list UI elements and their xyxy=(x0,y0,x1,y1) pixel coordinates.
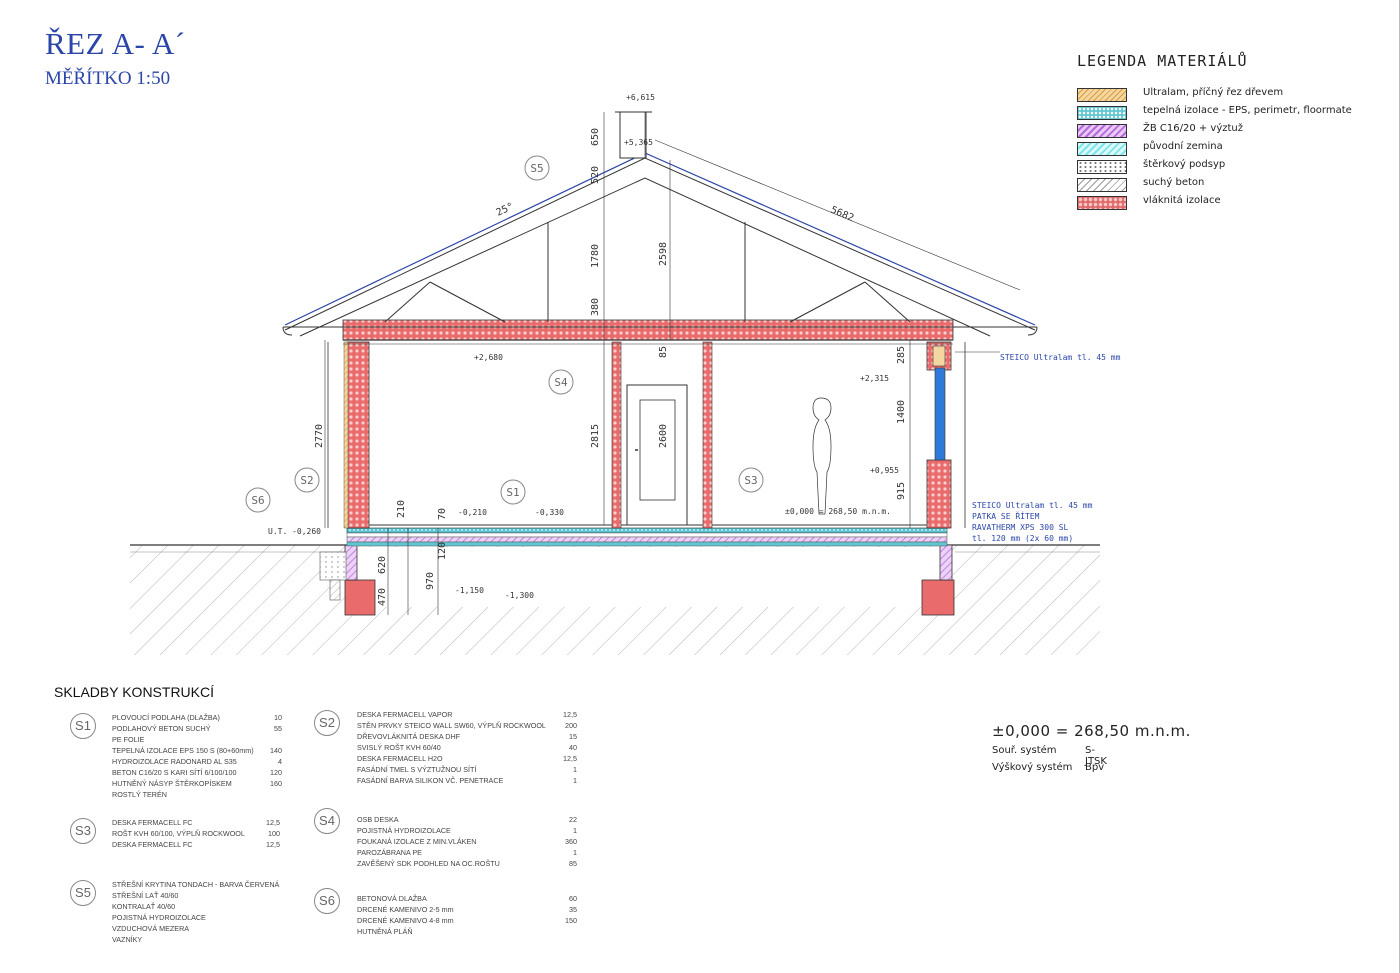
note-ravatherm-thickness: tl. 120 mm (2x 60 mm) xyxy=(972,534,1073,543)
drawing-sheet: ŘEZ A- A´ MĚŘÍTKO 1:50 LEGENDA MATERIÁLŮ… xyxy=(0,0,1400,973)
composition-item: DESKA FERMACELL VAPOR 12,5 xyxy=(357,710,577,719)
dim-210: 210 xyxy=(396,500,407,518)
composition-item: BETONOVÁ DLAŽBA 60 xyxy=(357,894,577,903)
marker-s5: S5 xyxy=(530,162,543,175)
composition-item: HYDROIZOLACE RADONARD AL S35 4 xyxy=(112,757,282,766)
note-steico-top: STEICO Ultralam tl. 45 mm xyxy=(1000,353,1121,362)
composition-item: ZAVĚŠENÝ SDK PODHLED NA OC.ROŠTU 85 xyxy=(357,859,577,868)
height-system-label: Výškový systém xyxy=(992,762,1073,773)
composition-item: FASÁDNÍ BARVA SILIKON VČ. PENETRACE 1 xyxy=(357,776,577,785)
dim-85: 85 xyxy=(658,346,669,358)
composition-item: PAROZÁBRANA PE 1 xyxy=(357,848,577,857)
dim-380: 380 xyxy=(590,298,601,316)
composition-item: DESKA FERMACELL FC 12,5 xyxy=(112,818,280,827)
level-ceiling: +2,680 xyxy=(474,353,503,362)
dim-620: 620 xyxy=(377,556,388,574)
ceiling-insulation xyxy=(342,319,954,345)
composition-item: TEPELNÁ IZOLACE EPS 150 S (80+60mm) 140 xyxy=(112,746,282,755)
composition-item: KONTRALAŤ 40/60 xyxy=(112,902,176,911)
level-floor: ±0,000 = 268,50 m.n.m. xyxy=(785,507,891,516)
height-system-value: Bpv xyxy=(1085,762,1105,773)
composition-item: DRCENÉ KAMENIVO 2-5 mm 35 xyxy=(357,905,577,914)
composition-item: FASÁDNÍ TMEL S VÝZTUŽNOU SÍTÍ 1 xyxy=(357,765,577,774)
composition-marker: S5 xyxy=(70,880,96,906)
dim-1400: 1400 xyxy=(896,400,907,424)
dim-470: 470 xyxy=(377,588,388,606)
interior xyxy=(327,342,966,528)
composition-items: BETONOVÁ DLAŽBA 60 DRCENÉ KAMENIVO 2-5 mm… xyxy=(357,894,577,938)
dim-1780: 1780 xyxy=(590,244,601,268)
composition-item: DŘEVOVLÁKNITÁ DESKA DHF 15 xyxy=(357,732,577,741)
dim-5682: 5682 xyxy=(829,205,855,225)
terrain xyxy=(130,544,1100,655)
composition-item: DESKA FERMACELL H2O 12,5 xyxy=(357,754,577,763)
composition-marker: S1 xyxy=(70,713,96,739)
height-system: Výškový systém Bpv xyxy=(992,762,1104,773)
dim-70: 70 xyxy=(437,508,448,520)
level-found2: -1,300 xyxy=(505,591,534,600)
composition-marker: S6 xyxy=(314,888,340,914)
composition-item: DRCENÉ KAMENIVO 4-8 mm 150 xyxy=(357,916,577,925)
coordinate-system: Souř. systém S-JTSK xyxy=(992,745,1107,767)
level-window-top: +2,315 xyxy=(860,374,889,383)
composition-items: DESKA FERMACELL VAPOR 12,5 STĚN PRVKY STE… xyxy=(357,710,577,787)
composition-item: HUTNĚNÁ PLÁŇ xyxy=(357,927,413,936)
level-terrain: U.T. -0,260 xyxy=(268,527,321,536)
composition-item: STŘEŠNÍ LAŤ 40/60 xyxy=(112,891,179,900)
composition-items: DESKA FERMACELL FC 12,5 ROŠT KVH 60/100, … xyxy=(112,818,280,851)
level-found1: -1,150 xyxy=(455,586,484,595)
compositions-title: SKLADBY KONSTRUKCÍ xyxy=(54,684,215,700)
composition-item: POJISTNÁ HYDROIZOLACE xyxy=(112,913,206,922)
dim-285: 285 xyxy=(896,346,907,364)
composition-item: VAZNÍKY xyxy=(112,935,143,944)
dim-2815: 2815 xyxy=(590,424,601,448)
dim-520: 520 xyxy=(590,166,601,184)
marker-s4: S4 xyxy=(554,376,568,389)
composition-item: PE FOLIE xyxy=(112,735,145,744)
composition-items: OSB DESKA 22 POJISTNÁ HYDROIZOLACE 1 FOUKA… xyxy=(357,815,577,870)
composition-item: SVISLÝ ROŠT KVH 60/40 40 xyxy=(357,743,577,752)
level-top: +6,615 xyxy=(626,93,655,102)
roof xyxy=(282,111,1038,337)
marker-s2: S2 xyxy=(300,474,313,487)
composition-marker: S4 xyxy=(314,808,340,834)
composition-marker: S3 xyxy=(70,818,96,844)
composition-item: ROŠT KVH 60/100, VÝPLŇ ROCKWOOL 100 xyxy=(112,829,280,838)
composition-item: HUTNĚNÝ NÁSYP ŠTĚRKOPÍSKEM 160 xyxy=(112,779,282,788)
level-ridge: +5,365 xyxy=(624,138,653,147)
composition-item: ROSTLÝ TERÉN xyxy=(112,790,167,799)
level-slab2: -0,330 xyxy=(535,508,564,517)
marker-s1: S1 xyxy=(506,486,519,499)
composition-item: DESKA FERMACELL FC 12,5 xyxy=(112,840,280,849)
dim-2598: 2598 xyxy=(658,242,669,266)
composition-item: VZDUCHOVÁ MEZERA xyxy=(112,924,190,933)
dim-650: 650 xyxy=(590,128,601,146)
section-drawing: S5 S4 S2 S1 S3 S6 +6,615 +5,365 +2,680 +… xyxy=(130,93,1121,655)
composition-item: OSB DESKA 22 xyxy=(357,815,577,824)
composition-item: STŘEŠNÍ KRYTINA TONDACH - BARVA ČERVENÁ xyxy=(112,880,280,889)
composition-item: PLOVOUCÍ PODLAHA (DLAŽBA) 10 xyxy=(112,713,282,722)
note-patka: PATKA SE ŘÍTEM xyxy=(972,510,1040,521)
level-window-sill: +0,955 xyxy=(870,466,899,475)
dim-120: 120 xyxy=(437,542,448,560)
dim-970: 970 xyxy=(425,572,436,590)
composition-item: POJISTNÁ HYDROIZOLACE 1 xyxy=(357,826,577,835)
composition-item: STĚN PRVKY STEICO WALL SW60, VÝPLŇ ROCKW… xyxy=(357,721,577,730)
marker-s3: S3 xyxy=(744,474,757,487)
note-ravatherm: RAVATHERM XPS 300 SL xyxy=(972,523,1069,532)
coordinate-system-label: Souř. systém xyxy=(992,745,1057,756)
level-slab: -0,210 xyxy=(458,508,487,517)
dim-2770: 2770 xyxy=(314,424,325,448)
marker-s6: S6 xyxy=(251,494,264,507)
composition-items: PLOVOUCÍ PODLAHA (DLAŽBA) 10 PODLAHOVÝ BE… xyxy=(112,713,282,801)
composition-item: PODLAHOVÝ BETON SUCHÝ 55 xyxy=(112,724,282,733)
elevation-reference: ±0,000 = 268,50 m.n.m. xyxy=(992,722,1191,740)
composition-marker: S2 xyxy=(314,710,340,736)
composition-items: STŘEŠNÍ KRYTINA TONDACH - BARVA ČERVENÁ … xyxy=(112,880,279,946)
composition-item: BETON C16/20 S KARI SÍTÍ 6/100/100 120 xyxy=(112,768,282,777)
composition-item: FOUKANÁ IZOLACE Z MIN.VLÁKEN 360 xyxy=(357,837,577,846)
dim-2600: 2600 xyxy=(658,424,669,448)
note-steico-bottom: STEICO Ultralam tl. 45 mm xyxy=(972,501,1093,510)
dim-915: 915 xyxy=(896,482,907,500)
